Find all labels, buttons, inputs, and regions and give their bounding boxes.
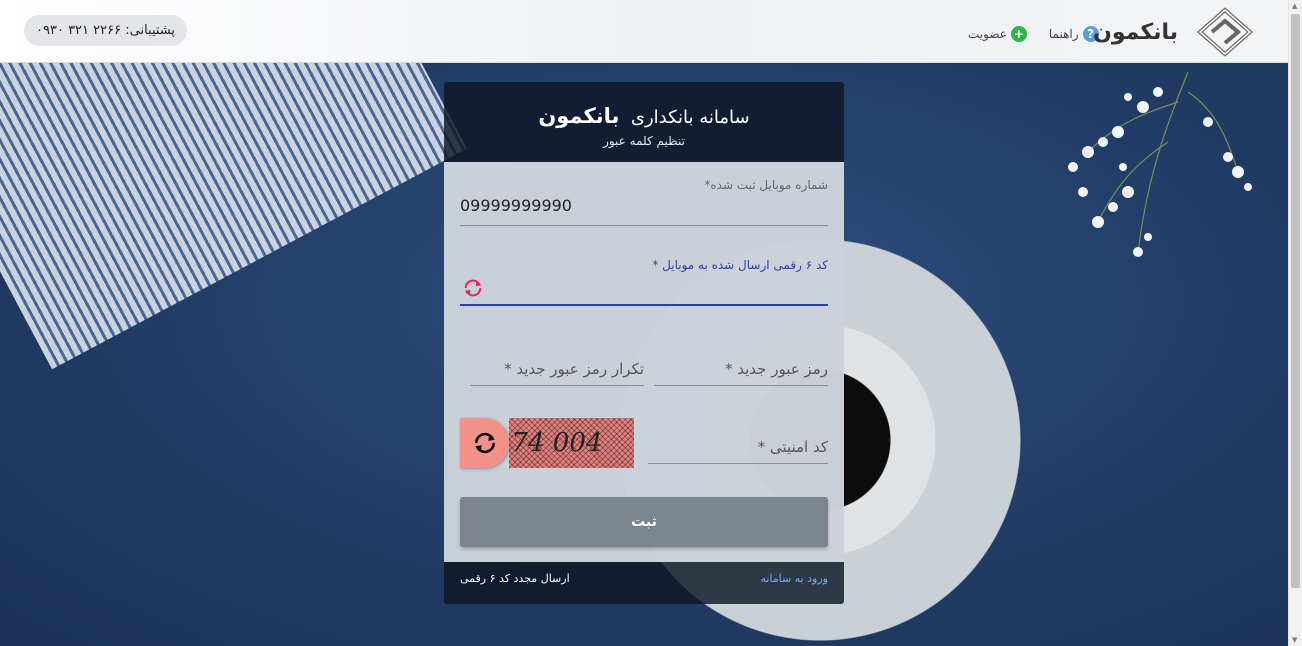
card-header: سامانه بانکداری بانکمون تنظیم کلمه عبور: [444, 82, 844, 162]
captcha-refresh-button[interactable]: [460, 418, 510, 468]
scrollbar-thumb[interactable]: [1291, 14, 1300, 588]
captcha-field[interactable]: [648, 432, 828, 464]
submit-button[interactable]: ثبت: [460, 497, 828, 547]
sms-code-input[interactable]: [460, 278, 828, 296]
captcha-box: 74 004: [460, 418, 634, 468]
card-title: سامانه بانکداری بانکمون: [444, 104, 844, 128]
sms-code-label: کد ۶ رقمی ارسال شده به موبایل *: [652, 258, 828, 272]
login-link[interactable]: ورود به سامانه: [760, 572, 828, 585]
password-reset-card: سامانه بانکداری بانکمون تنظیم کلمه عبور …: [444, 82, 844, 604]
mobile-label: شماره موبایل ثبت شده*: [704, 178, 828, 192]
background-flowers: [1068, 71, 1252, 257]
captcha-image: 74 004: [509, 418, 634, 468]
mobile-underline: [460, 225, 828, 226]
card-subtitle: تنظیم کلمه عبور: [603, 134, 685, 148]
mobile-field[interactable]: شماره موبایل ثبت شده* 09999999990: [460, 178, 828, 226]
brand-logo[interactable]: بانکمون: [1093, 6, 1264, 58]
scroll-down-icon[interactable]: ▼: [1292, 636, 1297, 644]
new-password-field[interactable]: [654, 354, 828, 386]
form-body: شماره موبایل ثبت شده* 09999999990 کد ۶ ر…: [444, 162, 844, 562]
refresh-icon[interactable]: [462, 278, 484, 298]
bank-logo-icon: [1196, 7, 1254, 57]
refresh-icon: [474, 432, 495, 454]
card-title-brand: بانکمون: [538, 104, 620, 128]
sms-code-underline: [460, 304, 828, 306]
card-title-prefix: سامانه بانکداری: [630, 107, 750, 128]
help-link[interactable]: راهنما ?: [1049, 26, 1099, 42]
new-password-underline: [654, 385, 828, 386]
repeat-password-input[interactable]: [470, 354, 644, 384]
captcha-input[interactable]: [648, 432, 828, 462]
vertical-scrollbar[interactable]: ▲ ▼: [1288, 0, 1302, 646]
repeat-password-underline: [470, 385, 644, 386]
plus-circle-icon: +: [1010, 26, 1027, 42]
repeat-password-field[interactable]: [470, 354, 644, 386]
scroll-up-icon[interactable]: ▲: [1292, 2, 1297, 10]
captcha-underline: [648, 463, 828, 464]
top-nav: عضویت + راهنما ?: [968, 26, 1099, 42]
top-header: پشتیبانی: ۲۲۶۶ ۳۲۱ ۰۹۳۰ عضویت + راهنما ?…: [0, 0, 1288, 63]
signup-label: عضویت: [968, 27, 1007, 41]
mobile-value: 09999999990: [460, 196, 572, 215]
brand-name: بانکمون: [1093, 19, 1178, 45]
new-password-input[interactable]: [654, 354, 828, 384]
help-label: راهنما: [1048, 27, 1079, 41]
sms-code-field[interactable]: کد ۶ رقمی ارسال شده به موبایل *: [460, 258, 828, 306]
signup-link[interactable]: عضویت +: [968, 26, 1027, 42]
support-phone: پشتیبانی: ۲۲۶۶ ۳۲۱ ۰۹۳۰: [24, 15, 188, 46]
resend-code-link[interactable]: ارسال مجدد کد ۶ رقمی: [460, 572, 570, 585]
